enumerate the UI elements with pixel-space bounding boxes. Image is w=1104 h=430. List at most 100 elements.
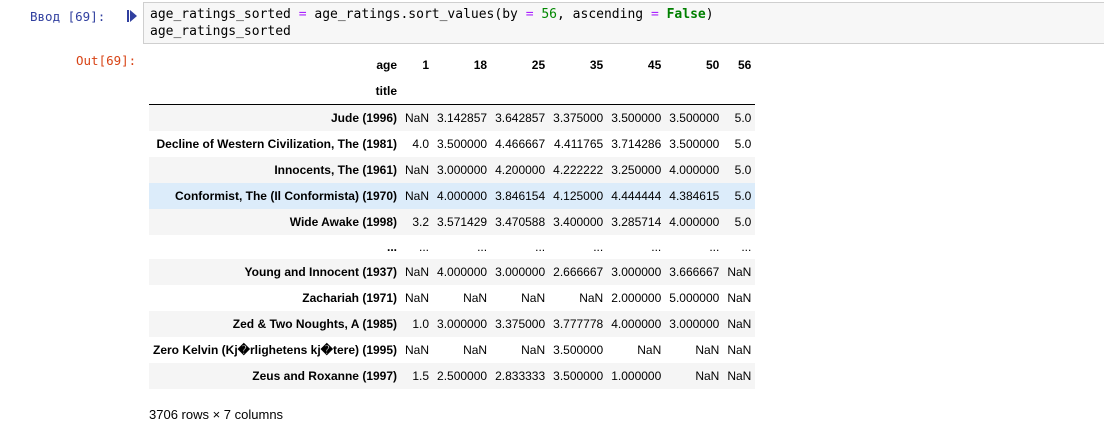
table-cell: 3.2 <box>412 215 430 229</box>
code-token: age_ratings.sort_values(by <box>306 7 526 22</box>
table-row: Innocents, The (1961) NaN 3.000000 4.200000… <box>149 157 756 183</box>
code-token: ) <box>705 7 714 22</box>
table-cell: 3.142857 <box>437 111 488 125</box>
column-header: 35 <box>589 58 604 72</box>
table-cell: ... <box>741 240 752 254</box>
table-cell: 3.500000 <box>611 111 662 125</box>
table-cell: 3.777778 <box>553 317 604 331</box>
table-cell: 5.000000 <box>669 291 720 305</box>
table-cell: 3.846154 <box>495 189 546 203</box>
table-cell: ... <box>593 240 604 254</box>
table-cell: 3.000000 <box>669 317 720 331</box>
table-cell: 5.0 <box>734 215 752 229</box>
table-cell: 2.500000 <box>437 369 488 383</box>
table-cell: NaN <box>405 189 430 203</box>
column-header-row: age 1 18 25 35 45 50 56 <box>149 52 755 78</box>
code-token: age_ratings_sorted <box>150 24 291 39</box>
row-label: Young and Innocent (1937) <box>244 265 398 279</box>
dataframe-table: age 1 18 25 35 45 50 56 title Jude (1996) NaN 3.… <box>149 52 756 389</box>
column-header: 18 <box>473 58 488 72</box>
table-cell: 3.400000 <box>553 215 604 229</box>
row-label: Innocents, The (1961) <box>274 163 398 177</box>
table-cell: 3.000000 <box>437 317 488 331</box>
table-cell: NaN <box>463 291 488 305</box>
table-row: Zeus and Roxanne (1997) 1.5 2.500000 2.8333… <box>149 363 756 389</box>
table-row: Young and Innocent (1937) NaN 4.000000 3.00… <box>149 259 756 285</box>
table-cell: ... <box>651 240 662 254</box>
table-row: Zed & Two Noughts, A (1985) 1.0 3.000000 3.… <box>149 311 756 337</box>
row-label: Jude (1996) <box>330 111 398 125</box>
table-cell: 4.000000 <box>611 317 662 331</box>
code-token: age_ratings_sorted <box>150 7 299 22</box>
empty-header-cell <box>549 78 608 105</box>
table-cell: 3.714286 <box>611 137 662 151</box>
table-cell: 3.642857 <box>495 111 546 125</box>
table-body: Jude (1996) NaN 3.142857 3.642857 3.375000 3.… <box>149 104 756 389</box>
table-cell: NaN <box>579 291 604 305</box>
table-cell: 3.500000 <box>669 111 720 125</box>
column-header: 56 <box>738 58 752 72</box>
run-cell-icon[interactable] <box>127 9 137 23</box>
table-cell: 4.444444 <box>611 189 662 203</box>
table-cell: 4.0 <box>412 137 430 151</box>
table-cell: NaN <box>695 343 720 357</box>
table-cell: ... <box>535 240 546 254</box>
table-cell: NaN <box>405 265 430 279</box>
table-cell: 3.375000 <box>553 111 604 125</box>
table-cell: 4.125000 <box>553 189 604 203</box>
row-label: Decline of Western Civilization, The (19… <box>156 137 398 151</box>
code-token: = <box>525 7 534 22</box>
table-cell: 3.500000 <box>669 137 720 151</box>
table-cell: 4.466667 <box>495 137 546 151</box>
table-cell: 3.285714 <box>611 215 662 229</box>
table-cell: 3.500000 <box>553 369 604 383</box>
table-cell: NaN <box>521 343 546 357</box>
table-cell: NaN <box>405 111 430 125</box>
table-row: Wide Awake (1998) 3.2 3.571429 3.470588 3.40… <box>149 209 756 235</box>
table-cell: 3.375000 <box>495 317 546 331</box>
table-cell: ... <box>477 240 488 254</box>
code-token: , ascending <box>557 7 651 22</box>
table-cell: 5.0 <box>734 163 752 177</box>
row-label: ... <box>387 240 398 254</box>
row-label: Zeus and Roxanne (1997) <box>252 369 398 383</box>
input-cell[interactable]: Ввод [69]: age_ratings_sorted = age_rati… <box>0 0 1104 46</box>
table-cell: 3.500000 <box>553 343 604 357</box>
table-cell: NaN <box>463 343 488 357</box>
empty-header-cell <box>433 78 492 105</box>
table-cell: 3.470588 <box>495 215 546 229</box>
table-cell: 4.200000 <box>495 163 546 177</box>
ellipsis-row: ........................ <box>149 235 755 259</box>
table-cell: ... <box>419 240 430 254</box>
table-cell: 2.000000 <box>611 291 662 305</box>
row-index-name: title <box>149 78 402 105</box>
code-token: False <box>666 7 706 22</box>
table-cell: NaN <box>405 291 430 305</box>
table-cell: 1.000000 <box>611 369 662 383</box>
code-line: age_ratings_sorted <box>150 24 291 39</box>
code-editor[interactable]: age_ratings_sorted = age_ratings.sort_va… <box>143 2 1104 44</box>
row-label: Conformist, The (Il Conformista) (1970) <box>174 189 398 203</box>
column-header: 25 <box>531 58 546 72</box>
row-label: Wide Awake (1998) <box>289 215 398 229</box>
table-cell: 5.0 <box>734 189 752 203</box>
row-label: Zed & Two Noughts, A (1985) <box>232 317 398 331</box>
table-cell: 4.384615 <box>669 189 720 203</box>
table-cell: 5.0 <box>734 137 752 151</box>
row-label: Zero Kelvin (Kj�rlighetens kj�tere) (199… <box>153 343 398 357</box>
table-row: Zero Kelvin (Kj�rlighetens kj�tere) (199… <box>149 337 755 363</box>
table-cell: NaN <box>727 265 752 279</box>
table-cell: 5.0 <box>734 111 752 125</box>
table-cell: NaN <box>727 317 752 331</box>
column-header: 45 <box>647 58 662 72</box>
table-row: Decline of Western Civilization, The (19… <box>149 131 755 157</box>
row-label: Zachariah (1971) <box>302 291 398 305</box>
column-index-name: age <box>376 58 398 72</box>
table-cell: 3.250000 <box>611 163 662 177</box>
column-header: 50 <box>705 58 720 72</box>
table-cell: 3.000000 <box>437 163 488 177</box>
table-cell: NaN <box>695 369 720 383</box>
table-cell: NaN <box>727 343 752 357</box>
table-cell: 3.500000 <box>437 137 488 151</box>
